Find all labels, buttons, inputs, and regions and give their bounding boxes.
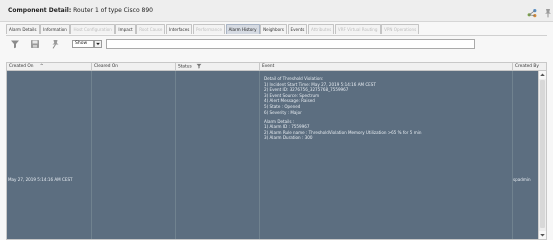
tab-vrf[interactable]: VRF Virtual Routing: [334, 24, 381, 34]
created-on-label: Created On: [9, 64, 34, 69]
tab-vpn[interactable]: VPN Operations: [381, 24, 420, 34]
filter-icon[interactable]: [196, 63, 202, 69]
chevron-down-icon[interactable]: [94, 40, 102, 48]
tab-information[interactable]: Information: [40, 24, 70, 34]
pin-icon[interactable]: [543, 8, 553, 18]
column-cleared-on[interactable]: Cleared On: [92, 63, 176, 71]
filter-icon[interactable]: [10, 39, 20, 49]
event-line: 6) Severity : Major: [264, 109, 302, 115]
search-input[interactable]: [106, 39, 475, 49]
tab-alarm-details[interactable]: Alarm Details: [6, 24, 40, 34]
component-detail-panel: Component Detail: Router 1 of type Cisco…: [0, 0, 553, 240]
tab-alarm-history[interactable]: Alarm History: [225, 24, 260, 34]
show-select[interactable]: Show: [72, 40, 94, 48]
scroll-down-icon[interactable]: [539, 231, 546, 239]
column-created-on[interactable]: Created On ^: [7, 63, 92, 71]
pin-icon[interactable]: [50, 39, 60, 49]
tab-performance[interactable]: Performance: [193, 24, 225, 34]
tab-host-configuration[interactable]: Host Configuration: [70, 24, 115, 34]
cell-created-on: May 27, 2019 5:14:16 AM CEST: [7, 71, 92, 239]
tab-interfaces[interactable]: Interfaces: [165, 24, 193, 34]
cell-cleared-on: [92, 71, 176, 239]
column-event[interactable]: Event: [260, 63, 513, 71]
tab-impact[interactable]: Impact: [115, 24, 136, 34]
cell-status: [176, 71, 260, 239]
vertical-scrollbar[interactable]: [538, 71, 546, 239]
table-header: Created On ^ Cleared On Status Event Cre…: [7, 63, 546, 71]
network-share-icon[interactable]: [527, 8, 537, 18]
cell-event: Detail of Threshold Violation: 1) Incide…: [260, 71, 513, 239]
created-on-value: May 27, 2019 5:14:16 AM CEST: [8, 177, 73, 182]
tab-events[interactable]: Events: [287, 24, 308, 34]
alarm-history-table: Created On ^ Cleared On Status Event Cre…: [6, 62, 547, 240]
sort-ascending-icon: ^: [39, 64, 44, 69]
event-line: 3) Alarm Duration : 300: [264, 135, 313, 141]
table-toolbar: Show: [6, 35, 547, 51]
save-icon[interactable]: [30, 39, 40, 49]
column-status[interactable]: Status: [176, 63, 260, 71]
status-label: Status: [178, 64, 192, 70]
tab-attributes[interactable]: Attributes: [308, 24, 335, 34]
panel-header: Component Detail: Router 1 of type Cisco…: [0, 0, 553, 22]
tab-bar: Alarm Details Information Host Configura…: [6, 24, 420, 34]
created-by-value: spadmin: [513, 177, 531, 182]
table-row[interactable]: May 27, 2019 5:14:16 AM CEST Detail of T…: [7, 71, 538, 239]
table-body: May 27, 2019 5:14:16 AM CEST Detail of T…: [7, 71, 538, 239]
cell-created-by: spadmin: [513, 71, 538, 239]
page-title: Component Detail: Router 1 of type Cisco…: [8, 7, 153, 14]
tab-root-cause[interactable]: Root Cause: [136, 24, 166, 34]
tab-neighbors[interactable]: Neighbors: [260, 24, 287, 34]
title-prefix: Component Detail:: [8, 7, 72, 14]
scroll-up-icon[interactable]: [539, 71, 546, 79]
title-device: Router 1 of type Cisco 890: [71, 7, 153, 14]
scrollbar-thumb[interactable]: [540, 80, 545, 228]
column-created-by[interactable]: Created By: [513, 63, 546, 71]
